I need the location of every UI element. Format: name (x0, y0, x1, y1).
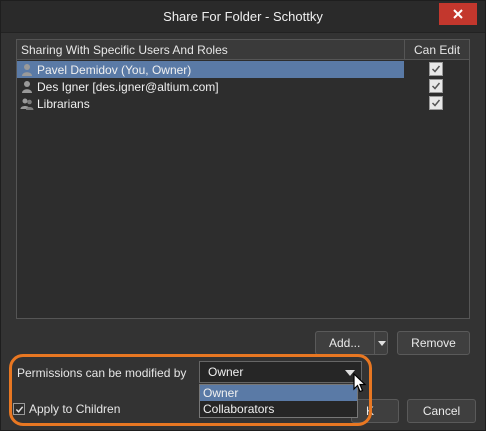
column-header-users: Sharing With Specific Users And Roles (21, 43, 228, 57)
close-icon (453, 9, 463, 19)
mouse-pointer-icon (353, 372, 367, 396)
can-edit-checkbox[interactable] (429, 79, 443, 93)
highlight-outline (9, 354, 372, 426)
user-icon (19, 79, 35, 95)
add-dropdown-arrow-icon[interactable] (378, 341, 386, 346)
table-row[interactable]: Pavel Demidov (You, Owner) (17, 61, 469, 78)
can-edit-checkbox[interactable] (429, 62, 443, 76)
remove-button-label: Remove (411, 336, 456, 350)
cancel-button-label: Cancel (422, 404, 461, 418)
add-button-label: Add... (329, 336, 361, 350)
row-name: Pavel Demidov (You, Owner) (37, 62, 192, 77)
cancel-button[interactable]: Cancel (407, 399, 476, 423)
user-icon (19, 62, 35, 78)
remove-button[interactable]: Remove (397, 331, 470, 355)
title-bar: Share For Folder - Schottky (1, 1, 485, 33)
table-row[interactable]: Des Igner [des.igner@altium.com] (17, 78, 469, 95)
dialog-title: Share For Folder - Schottky (163, 9, 323, 24)
row-name-cell[interactable]: Pavel Demidov (You, Owner) (17, 61, 404, 78)
column-header-can-edit: Can Edit (414, 43, 461, 57)
check-icon (431, 82, 441, 90)
row-name-cell[interactable]: Librarians (17, 95, 404, 112)
share-dialog: Share For Folder - Schottky Sharing With… (0, 0, 486, 431)
row-name: Librarians (37, 96, 90, 111)
close-button[interactable] (439, 3, 477, 25)
row-name-cell[interactable]: Des Igner [des.igner@altium.com] (17, 78, 404, 95)
column-divider (404, 40, 405, 60)
table-header: Sharing With Specific Users And Roles Ca… (17, 40, 469, 60)
check-icon (431, 99, 441, 107)
group-icon (19, 96, 35, 112)
add-button[interactable]: Add... (315, 331, 388, 355)
check-icon (431, 65, 441, 73)
can-edit-checkbox[interactable] (429, 96, 443, 110)
sharing-table: Sharing With Specific Users And Roles Ca… (16, 39, 470, 319)
add-split-divider (374, 331, 375, 355)
table-row[interactable]: Librarians (17, 95, 469, 112)
row-name: Des Igner [des.igner@altium.com] (37, 79, 219, 94)
